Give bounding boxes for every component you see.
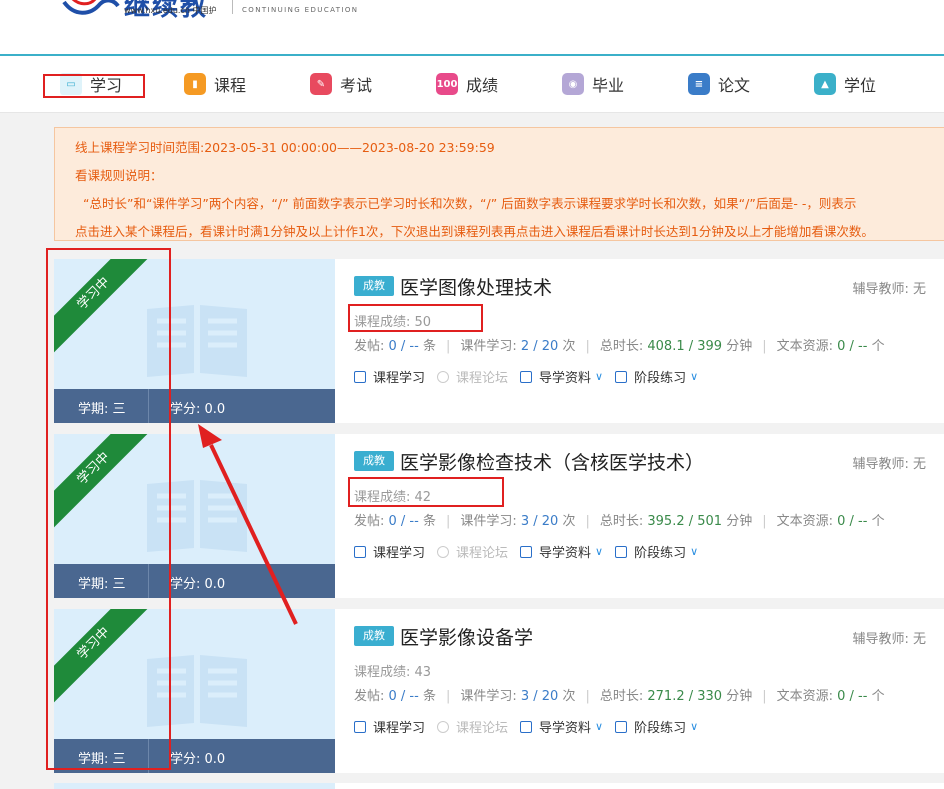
annotation-arrow-icon — [198, 424, 298, 625]
